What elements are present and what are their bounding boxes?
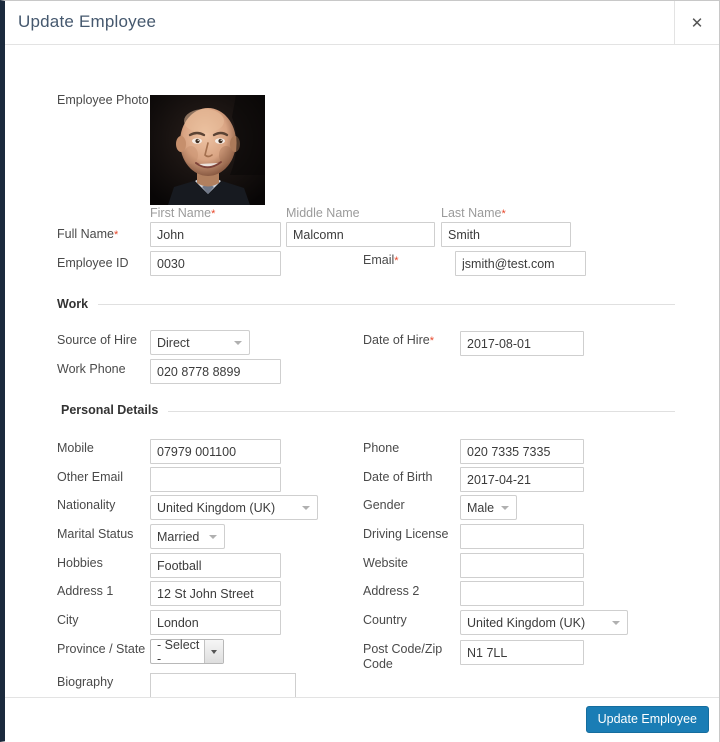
middle-name-label-text: Middle Name [286,206,360,220]
phone-label: Phone [363,441,400,455]
province-state-label: Province / State [57,642,146,656]
address1-input[interactable] [150,581,281,606]
employee-photo-label: Employee Photo [57,93,149,107]
city-label: City [57,613,79,627]
country-label: Country [363,613,407,627]
work-section-divider [95,304,675,305]
driving-license-label: Driving License [363,527,449,541]
driving-license-input[interactable] [460,524,584,549]
full-name-label-text: Full Name [57,227,114,241]
hobbies-input[interactable] [150,553,281,578]
country-value: United Kingdom (UK) [467,615,586,630]
page-title: Update Employee [18,12,157,31]
modal-footer: Update Employee [5,697,719,742]
chevron-down-icon [209,534,217,539]
last-name-label: Last Name* [441,206,506,222]
address1-label: Address 1 [57,584,114,598]
post-code-input[interactable] [460,640,584,665]
personal-section-divider [157,411,675,412]
modal-header: Update Employee ✕ [5,1,719,45]
hobbies-label: Hobbies [57,556,103,570]
employee-id-label: Employee ID [57,256,129,270]
date-of-hire-required: * [429,335,434,347]
website-label: Website [363,556,408,570]
nationality-value: United Kingdom (UK) [157,500,276,515]
marital-status-select[interactable]: Married [150,524,225,549]
chevron-down-icon [234,340,242,345]
chevron-down-icon [204,640,223,663]
email-label-text: Email [363,253,395,267]
close-icon[interactable]: ✕ [675,1,719,45]
portrait-image [150,95,265,205]
biography-textarea[interactable] [150,673,296,697]
employee-photo [150,95,265,205]
date-of-birth-input[interactable] [460,467,584,492]
date-of-hire-label: Date of Hire* [363,333,434,349]
marital-status-value: Married [157,529,200,544]
first-name-input[interactable] [150,222,281,247]
date-of-hire-input[interactable] [460,331,584,356]
chevron-down-icon [612,620,620,625]
date-of-birth-label: Date of Birth [363,470,433,484]
website-input[interactable] [460,553,584,578]
middle-name-label: Middle Name [286,206,360,221]
city-input[interactable] [150,610,281,635]
post-code-label: Post Code/Zip Code [363,642,458,672]
middle-name-input[interactable] [286,222,435,247]
chevron-down-icon [501,505,509,510]
full-name-required: * [113,229,119,241]
source-of-hire-value: Direct [157,335,190,350]
modal-body: Employee Photo First Name* Middle Name L… [5,45,719,697]
gender-value: Male [467,500,495,515]
gender-select[interactable]: Male [460,495,517,520]
date-of-hire-label-text: Date of Hire [363,333,430,347]
other-email-label: Other Email [57,470,123,484]
personal-section-legend: Personal Details [61,403,169,417]
first-name-label: First Name* [150,206,215,222]
marital-status-label: Marital Status [57,527,134,541]
province-state-select[interactable]: - Select - [150,637,224,666]
province-state-value: - Select - [157,637,200,666]
mobile-label: Mobile [57,441,94,455]
country-select[interactable]: United Kingdom (UK) [460,610,628,635]
email-required: * [394,255,399,267]
email-label: Email* [363,253,399,269]
full-name-label: Full Name* [57,227,118,243]
post-code-label-line1: Post Code/Zip [363,642,443,656]
mobile-input[interactable] [150,439,281,464]
other-email-input[interactable] [150,467,281,492]
address2-input[interactable] [460,581,584,606]
first-name-label-text: First Name [150,206,212,220]
email-input[interactable] [455,251,586,276]
chevron-down-icon [302,505,310,510]
update-employee-modal: Update Employee ✕ Employee Photo First N… [0,0,720,742]
last-name-label-text: Last Name [441,206,502,220]
update-employee-button[interactable]: Update Employee [585,706,709,733]
source-of-hire-select[interactable]: Direct [150,330,250,355]
last-name-input[interactable] [441,222,571,247]
work-phone-input[interactable] [150,359,281,384]
post-code-label-line2: Code [363,657,393,671]
nationality-select[interactable]: United Kingdom (UK) [150,495,318,520]
address2-label: Address 2 [363,584,420,598]
work-phone-label: Work Phone [57,362,126,376]
employee-id-input[interactable] [150,251,281,276]
work-section-legend: Work [57,297,99,311]
source-of-hire-label: Source of Hire [57,333,137,347]
first-name-required: * [211,208,216,220]
nationality-label: Nationality [57,498,116,512]
last-name-required: * [501,208,506,220]
phone-input[interactable] [460,439,584,464]
biography-label: Biography [57,675,114,689]
gender-label: Gender [363,498,405,512]
